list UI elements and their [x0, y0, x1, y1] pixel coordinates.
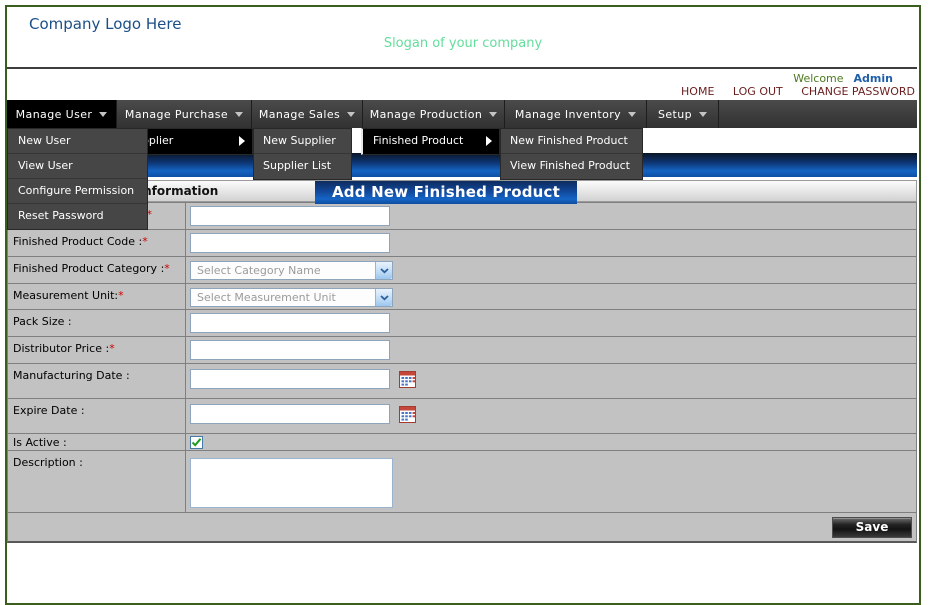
menu-item-new-user[interactable]: New User: [8, 129, 147, 154]
nav-manage-inventory[interactable]: Manage Inventory: [505, 100, 647, 128]
category-label: Finished Product Category :: [13, 262, 164, 275]
measurement-unit-select[interactable]: Select Measurement Unit: [190, 288, 393, 307]
form-row-manufacturing-date: Manufacturing Date :: [8, 364, 916, 399]
main-nav: Manage User Manage Purchase Manage Sales…: [7, 100, 917, 128]
expire-date-input[interactable]: [190, 404, 390, 424]
form-row-measurement-unit: Measurement Unit:* Select Measurement Un…: [8, 284, 916, 310]
menu-item-finished-product[interactable]: Finished Product: [363, 129, 499, 154]
manufacturing-date-label: Manufacturing Date :: [13, 369, 130, 382]
is-active-label: Is Active :: [13, 436, 67, 449]
chevron-right-icon: [239, 136, 245, 146]
form-footer: Save: [7, 513, 917, 543]
form-row-category: Finished Product Category :* Select Cate…: [8, 257, 916, 284]
finished-product-submenu: New Finished Product View Finished Produ…: [500, 128, 643, 180]
page-header: Company Logo Here Slogan of your company: [7, 7, 919, 67]
chevron-down-icon: [99, 112, 107, 117]
nav-setup[interactable]: Setup: [647, 100, 719, 128]
description-textarea[interactable]: [190, 458, 393, 508]
finished-product-form: Finished Product Name :* Finished Produc…: [7, 202, 917, 513]
distributor-price-label: Distributor Price :: [13, 342, 109, 355]
pack-size-label: Pack Size :: [13, 315, 72, 328]
nav-manage-user[interactable]: Manage User: [7, 100, 117, 128]
nav-manage-purchase[interactable]: Manage Purchase: [117, 100, 252, 128]
menu-item-new-supplier[interactable]: New Supplier: [254, 129, 351, 154]
chevron-down-icon[interactable]: [375, 289, 392, 306]
home-link[interactable]: HOME: [681, 85, 714, 98]
page-title: Add New Finished Product: [315, 181, 577, 204]
category-select[interactable]: Select Category Name: [190, 261, 393, 280]
measurement-unit-label: Measurement Unit:: [13, 289, 118, 302]
menu-item-view-user[interactable]: View User: [8, 154, 147, 179]
required-mark: *: [142, 235, 148, 248]
chevron-down-icon: [699, 112, 707, 117]
manage-production-menu: Finished Product: [361, 128, 500, 155]
product-code-input[interactable]: [190, 233, 390, 253]
required-mark: *: [164, 262, 170, 275]
topbar-links: HOME LOG OUT CHANGE PASSWORD: [666, 85, 915, 98]
chevron-down-icon[interactable]: [375, 262, 392, 279]
menu-item-supplier-list[interactable]: Supplier List: [254, 154, 351, 179]
topbar: Welcome Admin HOME LOG OUT CHANGE PASSWOR…: [7, 69, 917, 100]
company-logo: Company Logo Here: [29, 15, 181, 33]
calendar-icon[interactable]: [399, 406, 416, 423]
measurement-unit-select-value: Select Measurement Unit: [191, 289, 392, 306]
chevron-down-icon: [628, 112, 636, 117]
form-row-is-active: Is Active :: [8, 434, 916, 451]
supplier-submenu: New Supplier Supplier List: [253, 128, 352, 180]
pack-size-input[interactable]: [190, 313, 390, 333]
form-row-product-code: Finished Product Code :*: [8, 230, 916, 257]
chevron-right-icon: [486, 136, 492, 146]
username: Admin: [854, 72, 893, 85]
change-password-link[interactable]: CHANGE PASSWORD: [801, 85, 915, 98]
form-row-expire-date: Expire Date :: [8, 399, 916, 434]
chevron-down-icon: [347, 112, 355, 117]
form-row-description: Description :: [8, 451, 916, 512]
chevron-down-icon: [235, 112, 243, 117]
logout-link[interactable]: LOG OUT: [733, 85, 783, 98]
manufacturing-date-input[interactable]: [190, 369, 390, 389]
save-button[interactable]: Save: [832, 517, 912, 538]
calendar-icon[interactable]: [399, 371, 416, 388]
product-code-label: Finished Product Code :: [13, 235, 142, 248]
category-select-value: Select Category Name: [191, 262, 392, 279]
page-container: Company Logo Here Slogan of your company…: [5, 5, 921, 605]
chevron-down-icon: [489, 112, 497, 117]
product-name-input[interactable]: [190, 206, 390, 226]
menu-item-configure-permission[interactable]: Configure Permission: [8, 179, 147, 204]
form-row-distributor-price: Distributor Price :*: [8, 337, 916, 364]
welcome-line: Welcome Admin: [793, 72, 893, 85]
nav-manage-sales[interactable]: Manage Sales: [252, 100, 363, 128]
welcome-label: Welcome: [793, 72, 843, 85]
menu-item-view-finished-product[interactable]: View Finished Product: [501, 154, 642, 179]
required-mark: *: [118, 289, 124, 302]
is-active-checkbox[interactable]: [190, 436, 203, 449]
description-label: Description :: [13, 456, 83, 469]
manage-user-menu: New User View User Configure Permission …: [7, 128, 148, 230]
distributor-price-input[interactable]: [190, 340, 390, 360]
menu-item-new-finished-product[interactable]: New Finished Product: [501, 129, 642, 154]
menu-item-reset-password[interactable]: Reset Password: [8, 204, 147, 229]
nav-manage-production[interactable]: Manage Production: [363, 100, 505, 128]
required-mark: *: [109, 342, 115, 355]
company-slogan: Slogan of your company: [7, 36, 919, 51]
form-row-pack-size: Pack Size :: [8, 310, 916, 337]
expire-date-label: Expire Date :: [13, 404, 85, 417]
